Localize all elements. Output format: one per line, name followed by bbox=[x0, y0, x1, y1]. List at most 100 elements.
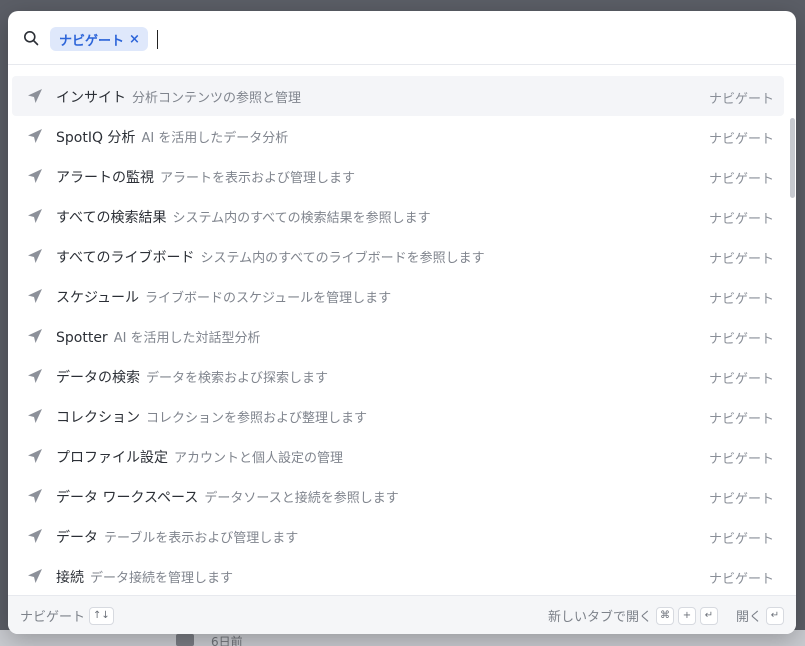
result-row[interactable]: インサイト 分析コンテンツの参照と管理 ナビゲート bbox=[12, 76, 784, 116]
footer-navigate-label: ナビゲート bbox=[20, 610, 86, 625]
result-description: システム内のすべてのライブボードを参照します bbox=[200, 251, 485, 266]
result-title: データ テーブルを表示および管理します bbox=[56, 527, 298, 547]
result-description: テーブルを表示および管理します bbox=[104, 531, 299, 546]
result-category-tag: ナビゲート bbox=[708, 452, 774, 467]
command-key-icon: ⌘ bbox=[655, 606, 674, 625]
result-description: データ接続を管理します bbox=[90, 571, 234, 586]
result-row[interactable]: スケジュール ライブボードのスケジュールを管理します ナビゲート bbox=[12, 276, 784, 316]
result-description: コレクションを参照および整理します bbox=[146, 411, 368, 426]
result-row[interactable]: すべてのライブボード システム内のすべてのライブボードを参照します ナビゲート bbox=[12, 236, 784, 276]
result-title-text: データ bbox=[56, 530, 98, 546]
background-item-icon bbox=[176, 634, 194, 646]
result-description: AI を活用した対話型分析 bbox=[113, 331, 261, 346]
result-title-text: データ ワークスペース bbox=[56, 490, 199, 506]
footer-navigate-hint: ナビゲート ↑↓ bbox=[20, 606, 114, 625]
result-title-text: スケジュール bbox=[56, 290, 140, 306]
filter-chip-label: ナビゲート bbox=[59, 33, 125, 49]
result-row[interactable]: Spotter AI を活用した対話型分析 ナビゲート bbox=[12, 316, 784, 356]
result-category-tag: ナビゲート bbox=[708, 532, 774, 547]
result-description: システム内のすべての検索結果を参照します bbox=[172, 211, 431, 226]
result-title: すべての検索結果 システム内のすべての検索結果を参照します bbox=[56, 207, 431, 227]
background-date-text: 6日前 bbox=[211, 635, 243, 646]
result-title: すべてのライブボード システム内のすべてのライブボードを参照します bbox=[56, 247, 485, 267]
result-title-text: アラートの監視 bbox=[56, 170, 154, 186]
result-row[interactable]: 接続 データ接続を管理します ナビゲート bbox=[12, 556, 784, 596]
result-description: データソースと接続を参照します bbox=[204, 491, 399, 506]
send-icon bbox=[28, 489, 42, 503]
footer-open-label: 開く bbox=[735, 610, 762, 625]
send-icon bbox=[28, 569, 42, 583]
result-title: データ ワークスペース データソースと接続を参照します bbox=[56, 487, 399, 507]
result-category-tag: ナビゲート bbox=[708, 412, 774, 427]
result-row[interactable]: コレクション コレクションを参照および整理します ナビゲート bbox=[12, 396, 784, 436]
result-title-text: プロファイル設定 bbox=[56, 450, 168, 466]
result-title: コレクション コレクションを参照および整理します bbox=[56, 407, 367, 427]
result-title-text: 接続 bbox=[56, 570, 84, 586]
result-title-text: コレクション bbox=[56, 410, 140, 426]
result-title: SpotIQ 分析 AI を活用したデータ分析 bbox=[56, 127, 288, 147]
result-description: AI を活用したデータ分析 bbox=[141, 131, 289, 146]
enter-key-icon: ↵ bbox=[699, 606, 718, 625]
results-list: インサイト 分析コンテンツの参照と管理 ナビゲート SpotIQ 分析 AI を活用した… bbox=[8, 65, 796, 596]
result-description: 分析コンテンツの参照と管理 bbox=[132, 91, 302, 106]
result-title: 接続 データ接続を管理します bbox=[56, 567, 233, 587]
result-title-text: インサイト bbox=[56, 90, 126, 106]
result-category-tag: ナビゲート bbox=[708, 572, 774, 587]
footer-bar: ナビゲート ↑↓ 新しいタブで開く ⌘ + ↵ 開く ↵ bbox=[8, 595, 796, 634]
enter-key-icon: ↵ bbox=[766, 606, 784, 625]
result-description: アカウントと個人設定の管理 bbox=[174, 451, 344, 466]
arrow-keys-icon: ↑↓ bbox=[89, 606, 114, 625]
send-icon bbox=[28, 89, 42, 103]
send-icon bbox=[28, 529, 42, 543]
result-category-tag: ナビゲート bbox=[708, 172, 774, 187]
result-row[interactable]: データ ワークスペース データソースと接続を参照します ナビゲート bbox=[12, 476, 784, 516]
result-category-tag: ナビゲート bbox=[708, 372, 774, 387]
plus-key-icon: + bbox=[677, 606, 696, 625]
scrollbar-thumb[interactable] bbox=[790, 118, 795, 198]
text-caret bbox=[157, 30, 158, 49]
send-icon bbox=[28, 289, 42, 303]
footer-action-hints: 新しいタブで開く ⌘ + ↵ 開く ↵ bbox=[548, 606, 784, 625]
result-title-text: すべての検索結果 bbox=[56, 210, 167, 226]
result-title: インサイト 分析コンテンツの参照と管理 bbox=[56, 87, 301, 107]
send-icon bbox=[28, 449, 42, 463]
chip-close-icon[interactable]: × bbox=[129, 32, 140, 47]
search-input[interactable] bbox=[156, 27, 756, 51]
result-row[interactable]: データ テーブルを表示および管理します ナビゲート bbox=[12, 516, 784, 556]
result-title-text: SpotIQ 分析 bbox=[56, 130, 136, 146]
send-icon bbox=[28, 329, 42, 343]
search-bar: ナビゲート × bbox=[8, 11, 796, 65]
result-row[interactable]: アラートの監視 アラートを表示および管理します ナビゲート bbox=[12, 156, 784, 196]
send-icon bbox=[28, 129, 42, 143]
result-title-text: データの検索 bbox=[56, 370, 140, 386]
result-description: アラートを表示および管理します bbox=[160, 171, 356, 186]
result-title: スケジュール ライブボードのスケジュールを管理します bbox=[56, 287, 391, 307]
result-row[interactable]: データの検索 データを検索および探索します ナビゲート bbox=[12, 356, 784, 396]
result-title-text: すべてのライブボード bbox=[56, 250, 195, 266]
result-row[interactable]: すべての検索結果 システム内のすべての検索結果を参照します ナビゲート bbox=[12, 196, 784, 236]
result-title: データの検索 データを検索および探索します bbox=[56, 367, 328, 387]
send-icon bbox=[28, 249, 42, 263]
result-title: Spotter AI を活用した対話型分析 bbox=[56, 327, 261, 346]
send-icon bbox=[28, 369, 42, 383]
result-category-tag: ナビゲート bbox=[708, 92, 774, 107]
result-category-tag: ナビゲート bbox=[708, 252, 774, 267]
scrollbar[interactable] bbox=[788, 65, 796, 596]
search-icon bbox=[24, 31, 39, 46]
command-palette: ナビゲート × インサイト 分析コンテンツの参照と管理 ナビゲート SpotIQ 分析… bbox=[8, 11, 796, 634]
send-icon bbox=[28, 409, 42, 423]
result-description: データを検索および探索します bbox=[146, 371, 329, 386]
result-category-tag: ナビゲート bbox=[708, 132, 774, 147]
result-description: ライブボードのスケジュールを管理します bbox=[145, 291, 392, 306]
result-category-tag: ナビゲート bbox=[708, 492, 774, 507]
send-icon bbox=[28, 169, 42, 183]
send-icon bbox=[28, 209, 42, 223]
result-category-tag: ナビゲート bbox=[708, 292, 774, 307]
result-title: プロファイル設定 アカウントと個人設定の管理 bbox=[56, 447, 343, 467]
footer-new-tab-label: 新しいタブで開く bbox=[547, 610, 652, 625]
result-row[interactable]: SpotIQ 分析 AI を活用したデータ分析 ナビゲート bbox=[12, 116, 784, 156]
result-title-text: Spotter bbox=[56, 330, 108, 346]
filter-chip-navigate[interactable]: ナビゲート × bbox=[50, 27, 148, 51]
result-row[interactable]: プロファイル設定 アカウントと個人設定の管理 ナビゲート bbox=[12, 436, 784, 476]
result-category-tag: ナビゲート bbox=[708, 332, 774, 347]
